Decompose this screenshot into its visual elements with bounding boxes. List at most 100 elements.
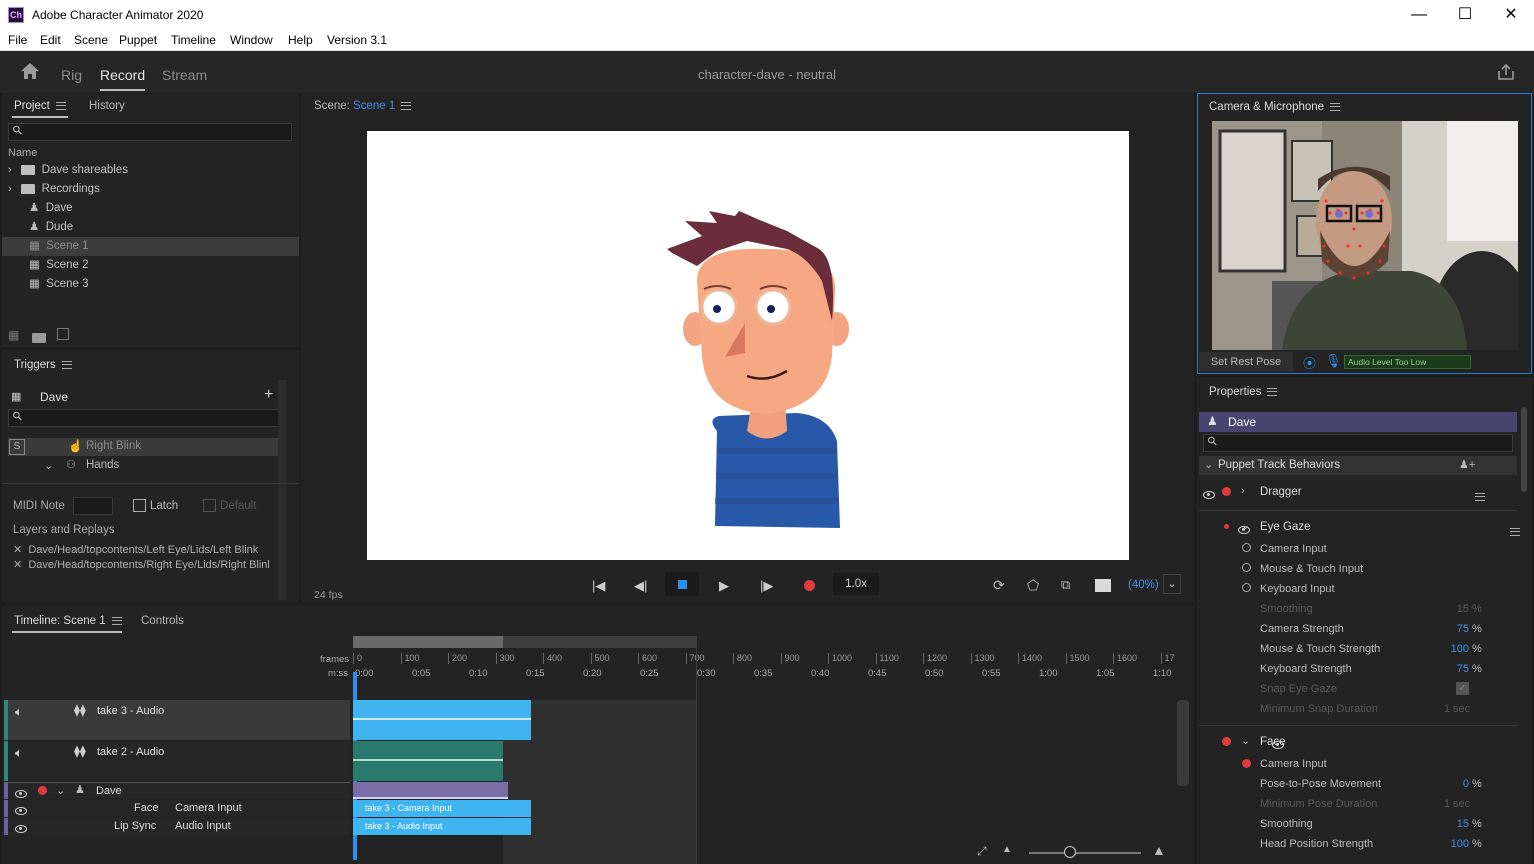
scene-tab[interactable]: Scene: Scene 1: [314, 100, 412, 112]
chevron-right-icon[interactable]: ›: [8, 164, 12, 176]
list-item[interactable]: › Dave shareables: [2, 161, 299, 180]
puppet-track-dave[interactable]: ⌄ ♟ Dave: [4, 782, 350, 799]
eye-icon[interactable]: [15, 807, 27, 815]
background-color-icon[interactable]: [1095, 579, 1111, 592]
record-arm-icon[interactable]: [1222, 487, 1231, 496]
new-item-icon[interactable]: [57, 328, 69, 340]
maximize-icon[interactable]: ☐: [1442, 0, 1488, 30]
timeline-scrollbar[interactable]: [1177, 700, 1189, 786]
tab-controls[interactable]: Controls: [141, 615, 184, 627]
behavior-menu-icon[interactable]: [1510, 527, 1521, 536]
loop-icon[interactable]: ⟳: [993, 577, 1005, 594]
record-arm-icon[interactable]: [1222, 737, 1231, 746]
project-search-input[interactable]: [8, 123, 292, 141]
puppet-clip-dave[interactable]: [353, 782, 508, 799]
param-value[interactable]: 75: [1442, 663, 1469, 675]
new-scene-icon[interactable]: ▦: [8, 328, 19, 342]
speaker-icon[interactable]: 🔈︎: [15, 745, 23, 761]
list-item[interactable]: ♟ Dude: [2, 218, 299, 237]
param-value[interactable]: 75: [1442, 623, 1469, 635]
microphone-icon[interactable]: 🎙: [1325, 353, 1342, 369]
latch-checkbox[interactable]: [133, 499, 146, 512]
add-behavior-icon[interactable]: ♟+: [1459, 458, 1475, 471]
tab-record[interactable]: Record: [100, 67, 146, 91]
eye-icon[interactable]: [15, 790, 27, 798]
fit-expand-icon[interactable]: ⤢: [977, 844, 987, 859]
audio-track-take3[interactable]: 🔈︎ ⧫⧫ take 3 - Audio: [4, 700, 350, 740]
puppet-track-behaviors-header[interactable]: ⌄ Puppet Track Behaviors ♟+: [1199, 456, 1517, 475]
properties-scrollbar[interactable]: [1521, 407, 1527, 492]
work-area-bar[interactable]: [353, 636, 503, 648]
tab-project[interactable]: Project: [14, 100, 66, 112]
menu-puppet[interactable]: Puppet: [119, 33, 157, 47]
new-folder-icon[interactable]: [32, 330, 46, 344]
chevron-down-icon[interactable]: ⌄: [44, 459, 53, 472]
zoom-dropdown-icon[interactable]: ⌄: [1163, 574, 1181, 594]
properties-search-input[interactable]: [1203, 434, 1513, 452]
list-item[interactable]: ♟ Dave: [2, 199, 299, 218]
menu-version[interactable]: Version 3.1: [327, 33, 387, 47]
tab-history[interactable]: History: [89, 100, 125, 112]
list-item[interactable]: ▦ Scene 2: [2, 256, 299, 275]
param-value[interactable]: 15: [1442, 603, 1469, 615]
menu-window[interactable]: Window: [230, 33, 273, 47]
step-forward-icon[interactable]: |▶: [760, 578, 773, 594]
behavior-menu-icon[interactable]: [1475, 492, 1486, 501]
snap-eye-gaze-checkbox[interactable]: ✓: [1456, 682, 1469, 695]
menu-help[interactable]: Help: [288, 33, 313, 47]
zoom-slider[interactable]: [1029, 852, 1141, 854]
param-value[interactable]: 15: [1442, 818, 1469, 830]
input-radio[interactable]: [1242, 563, 1251, 572]
puppet-view-icon[interactable]: ⬠: [1027, 577, 1039, 594]
work-area-bar-rest[interactable]: [503, 636, 696, 648]
param-value[interactable]: 100: [1432, 643, 1469, 655]
param-value[interactable]: 1: [1442, 703, 1450, 715]
menu-timeline[interactable]: Timeline: [171, 33, 216, 47]
share-icon[interactable]: [1497, 63, 1517, 83]
name-column-header[interactable]: Name: [8, 147, 37, 159]
triggers-search-input[interactable]: [8, 409, 282, 427]
zoom-slider-thumb[interactable]: [1064, 846, 1076, 858]
add-trigger-icon[interactable]: +: [264, 386, 273, 404]
list-item[interactable]: ▦ Scene 1: [2, 237, 299, 256]
menu-edit[interactable]: Edit: [40, 33, 61, 47]
set-rest-pose-button[interactable]: Set Rest Pose: [1199, 352, 1293, 372]
frame-ruler[interactable]: 0 100 200 300 400 500 600 700 800 900 1000 1100 1200…: [353, 650, 1178, 666]
playback-speed[interactable]: 1.0x: [833, 573, 879, 595]
cast-icon[interactable]: ⧉: [1061, 577, 1070, 593]
zoom-in-icon[interactable]: ▲: [1152, 842, 1166, 858]
behavior-face[interactable]: Face: [1260, 736, 1286, 748]
project-menu-icon[interactable]: [55, 101, 66, 110]
eye-icon[interactable]: [1203, 491, 1215, 499]
play-icon[interactable]: ▶: [719, 578, 729, 594]
tab-timeline[interactable]: Timeline: Scene 1: [14, 615, 122, 627]
list-item[interactable]: ▦ Scene 3: [2, 275, 299, 294]
chevron-right-icon[interactable]: ›: [8, 183, 12, 195]
remove-layer-icon[interactable]: ✕: [13, 544, 22, 556]
audio-track-take2[interactable]: 🔈︎ ⧫⧫ take 2 - Audio: [4, 741, 350, 781]
go-to-start-icon[interactable]: |◀: [592, 578, 605, 594]
speaker-icon[interactable]: 🔈︎: [15, 704, 23, 720]
record-arm-icon[interactable]: [38, 786, 47, 795]
stop-button[interactable]: [665, 572, 699, 596]
trigger-key-badge[interactable]: S: [9, 439, 25, 455]
input-radio-selected[interactable]: [1242, 759, 1251, 768]
triggers-scrollbar[interactable]: [278, 380, 286, 600]
param-value[interactable]: 1: [1442, 798, 1450, 810]
behavior-dragger[interactable]: Dragger: [1260, 486, 1302, 498]
trigger-row-right-blink[interactable]: S ☝ Right Blink: [8, 438, 278, 456]
chevron-down-icon[interactable]: ⌄: [1241, 734, 1250, 747]
minimize-icon[interactable]: —: [1396, 0, 1442, 30]
time-ruler[interactable]: 0:00 0:05 0:10 0:15 0:20 0:25 0:30 0:35 0:40 0:45…: [353, 666, 1178, 682]
audio-clip-take3[interactable]: [353, 700, 531, 740]
eye-icon[interactable]: [15, 825, 27, 833]
tab-stream[interactable]: Stream: [162, 67, 207, 83]
tab-rig[interactable]: Rig: [61, 67, 82, 83]
chevron-right-icon[interactable]: ›: [1241, 485, 1245, 497]
behavior-row-lipsync[interactable]: Lip Sync Audio Input: [4, 818, 350, 835]
behavior-row-face[interactable]: Face Camera Input: [4, 800, 350, 817]
chevron-down-icon[interactable]: ⌄: [56, 784, 65, 797]
audio-clip-take2[interactable]: [353, 741, 503, 781]
default-checkbox[interactable]: [203, 499, 216, 512]
input-radio[interactable]: [1242, 543, 1251, 552]
